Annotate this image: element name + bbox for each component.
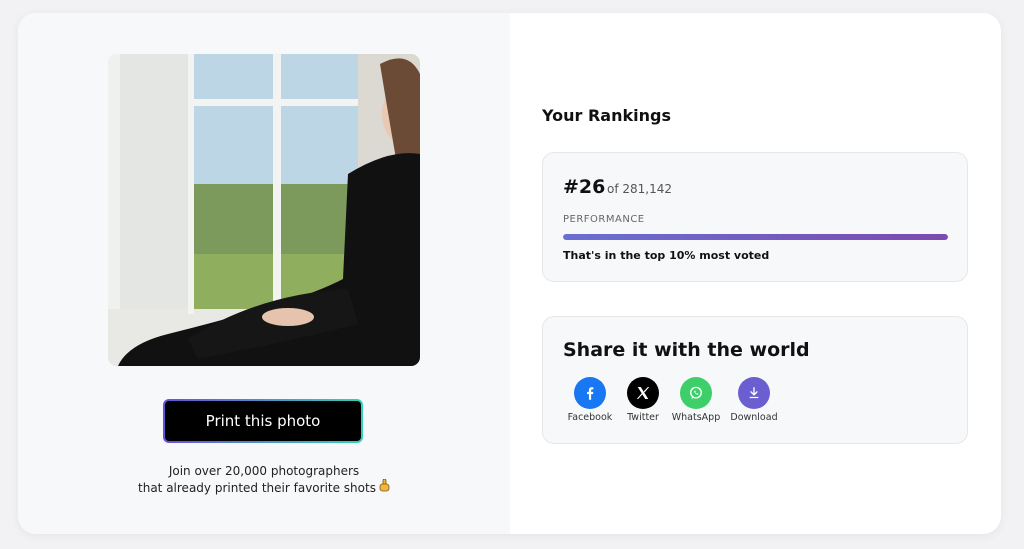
performance-bar (563, 234, 948, 240)
ranking-card: #26 of 281,142 PERFORMANCE That's in the… (542, 152, 968, 282)
join-line-2-text: that already printed their favorite shot… (138, 481, 376, 495)
join-line-1: Join over 20,000 photographers (168, 464, 360, 478)
join-message: Join over 20,000 photographers that alre… (78, 463, 450, 496)
facebook-icon (574, 377, 606, 409)
download-label: Download (730, 412, 778, 423)
performance-label: PERFORMANCE (563, 214, 645, 225)
join-line-2: that already printed their favorite shot… (78, 478, 450, 496)
share-whatsapp-button[interactable]: WhatsApp (666, 377, 726, 423)
photo-pane: Print this photo Join over 20,000 photog… (18, 13, 510, 534)
pointing-hand-icon (379, 478, 390, 496)
user-photo (108, 54, 420, 366)
print-photo-button[interactable]: Print this photo (163, 399, 363, 443)
performance-bar-fill (563, 234, 948, 240)
rank-number: #26 (563, 176, 606, 198)
share-twitter-button[interactable]: Twitter (613, 377, 673, 423)
share-card: Share it with the world Facebook Twitter… (542, 316, 968, 444)
share-title: Share it with the world (563, 339, 810, 361)
share-download-button[interactable]: Download (724, 377, 784, 423)
performance-text: That's in the top 10% most voted (563, 249, 770, 262)
rankings-title: Your Rankings (542, 106, 671, 125)
result-card: Print this photo Join over 20,000 photog… (18, 13, 1001, 534)
x-icon (627, 377, 659, 409)
download-icon (738, 377, 770, 409)
whatsapp-icon (680, 377, 712, 409)
rank-total: of 281,142 (607, 182, 673, 196)
share-facebook-button[interactable]: Facebook (560, 377, 620, 423)
facebook-label: Facebook (567, 412, 613, 423)
twitter-label: Twitter (627, 412, 659, 423)
whatsapp-label: WhatsApp (671, 412, 721, 423)
